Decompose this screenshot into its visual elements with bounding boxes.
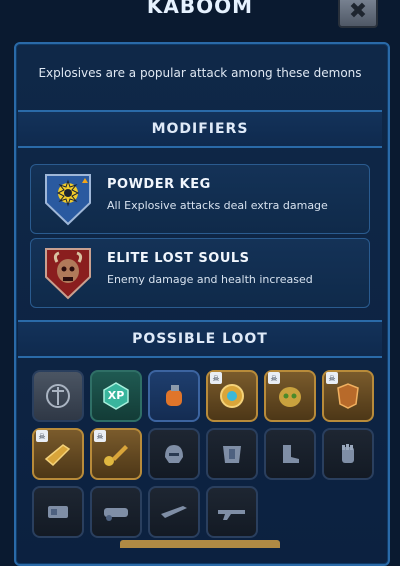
- modifier-card-elite-lost-souls[interactable]: ELITE LOST SOULS Enemy damage and health…: [30, 238, 370, 308]
- modifier-card-powder-keg[interactable]: POWDER KEG All Explosive attacks deal ex…: [30, 164, 370, 234]
- loot-slot[interactable]: ☠: [206, 370, 258, 422]
- loot-slot[interactable]: ☠: [322, 370, 374, 422]
- bottom-button-edge[interactable]: [120, 540, 280, 548]
- xp-hex-icon: XP: [101, 381, 131, 411]
- modifiers-header: MODIFIERS: [18, 110, 382, 148]
- loot-slot[interactable]: [206, 486, 258, 538]
- modifier-text: Enemy damage and health increased: [107, 273, 313, 286]
- sigil-emblem-icon: [46, 384, 70, 408]
- shotgun-icon: [218, 510, 245, 520]
- mutation-badge-icon: ☠: [36, 430, 48, 442]
- loot-slot[interactable]: ☠: [90, 428, 142, 480]
- helmet-icon: [165, 445, 183, 463]
- modifier-name: POWDER KEG: [107, 177, 211, 192]
- mutation-badge-icon: ☠: [94, 430, 106, 442]
- loot-header: POSSIBLE LOOT: [18, 320, 382, 358]
- modifier-text: All Explosive attacks deal extra damage: [107, 199, 328, 212]
- loot-slot[interactable]: [206, 428, 258, 480]
- mutation-badge-icon: ☠: [326, 372, 338, 384]
- grenade-icon: [166, 385, 182, 406]
- gold-key-weapon-icon: [104, 445, 128, 466]
- mission-description: Explosives are a popular attack among th…: [38, 66, 362, 80]
- explosion-shield-icon: [43, 171, 93, 227]
- loot-slot[interactable]: [264, 428, 316, 480]
- loot-slot[interactable]: [148, 428, 200, 480]
- loot-slot[interactable]: [32, 486, 84, 538]
- loot-slot[interactable]: ☠: [32, 428, 84, 480]
- loot-slot[interactable]: [148, 370, 200, 422]
- chest-armor-icon: [223, 446, 241, 463]
- xp-label: XP: [107, 389, 125, 402]
- heavy-weapon-icon: [48, 506, 68, 518]
- demon-mask-icon: [279, 387, 301, 407]
- gold-weapon-icon: [44, 444, 71, 467]
- loot-slot[interactable]: [148, 486, 200, 538]
- mutation-badge-icon: ☠: [210, 372, 222, 384]
- gauntlet-icon: [342, 444, 354, 463]
- modifiers-title: MODIFIERS: [151, 121, 249, 137]
- demon-skull-shield-icon: [43, 245, 93, 301]
- boots-icon: [283, 445, 299, 463]
- rifle-icon: [161, 506, 187, 518]
- armor-ornament-icon: [337, 383, 359, 409]
- loot-slot[interactable]: ☠: [264, 370, 316, 422]
- cannon-icon: [104, 508, 128, 521]
- loot-slot[interactable]: XP: [90, 370, 142, 422]
- close-icon: ✖: [348, 0, 368, 24]
- loot-slot[interactable]: [32, 370, 84, 422]
- loot-title: POSSIBLE LOOT: [132, 331, 268, 347]
- loot-slot[interactable]: [90, 486, 142, 538]
- mutation-badge-icon: ☠: [268, 372, 280, 384]
- loot-slot[interactable]: [322, 428, 374, 480]
- modifier-name: ELITE LOST SOULS: [107, 251, 250, 266]
- mutation-shield-icon: [220, 384, 244, 408]
- close-button[interactable]: ✖: [338, 0, 378, 28]
